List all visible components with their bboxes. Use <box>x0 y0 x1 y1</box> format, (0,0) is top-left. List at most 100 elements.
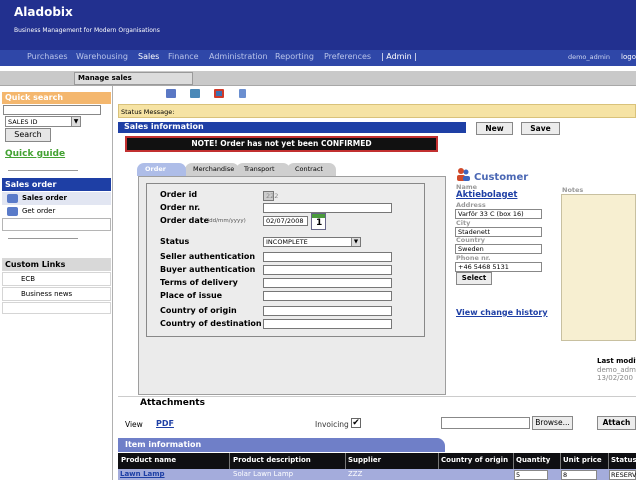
order-date-format: (dd/mm/yyyy) <box>207 218 246 224</box>
chevron-down-icon: ▼ <box>71 117 80 126</box>
place-of-issue-label: Place of issue <box>160 291 223 300</box>
view-change-history-link[interactable]: View change history <box>456 308 548 317</box>
last-modified-user: demo_adm <box>597 366 636 374</box>
status-select[interactable]: INCOMPLETE ▼ <box>263 237 361 247</box>
sidebar-item-label: Sales order <box>22 194 67 202</box>
document-icon[interactable] <box>239 89 246 98</box>
notes-textarea[interactable] <box>561 194 636 341</box>
quick-search-input[interactable] <box>3 105 101 115</box>
sales-order-title: Sales order <box>2 178 111 191</box>
customer-icon <box>457 168 470 181</box>
customer-phone-field[interactable]: +46 5468 5131 <box>455 262 542 272</box>
supplier-value: ZZZ <box>348 470 363 478</box>
col-supplier: Supplier <box>348 456 382 464</box>
customer-address-field[interactable]: Varför 33 C (box 16) <box>455 209 542 219</box>
nav-purchases[interactable]: Purchases <box>27 52 68 61</box>
customer-country-field[interactable]: Sweden <box>455 244 542 254</box>
order-date-label: Order date <box>160 216 210 225</box>
customer-country-label: Country <box>456 236 486 244</box>
customer-title: Customer <box>474 172 529 183</box>
col-country-of-origin: Country of origin <box>441 456 509 464</box>
view-label: View <box>125 420 143 429</box>
quick-search-field-select[interactable]: SALES ID ▼ <box>5 116 81 127</box>
tab-contract[interactable]: Contract <box>287 163 336 176</box>
order-id-field: 222 <box>263 191 278 201</box>
seller-auth-field[interactable] <box>263 252 392 262</box>
buyer-auth-field[interactable] <box>263 265 392 275</box>
status-label: Status <box>160 237 190 246</box>
attachment-file-input[interactable] <box>441 417 530 429</box>
col-unit-price: Unit price <box>563 456 602 464</box>
nav-sales[interactable]: Sales <box>138 52 159 61</box>
nav-finance[interactable]: Finance <box>168 52 199 61</box>
nav-admin[interactable]: | Admin | <box>381 52 417 61</box>
customer-city-label: City <box>456 219 471 227</box>
pdf-link[interactable]: PDF <box>156 419 174 428</box>
quantity-input[interactable]: 5 <box>514 470 548 480</box>
sidebar-item-sales-order[interactable]: Sales order <box>2 192 111 205</box>
nav-warehousing[interactable]: Warehousing <box>76 52 128 61</box>
unconfirmed-notice: NOTE! Order has not yet been CONFIRMED <box>125 136 438 152</box>
select-customer-button[interactable]: Select <box>456 272 492 285</box>
browse-button[interactable]: Browse... <box>532 416 573 430</box>
current-user: demo_admin <box>567 53 610 61</box>
status-value: INCOMPLETE <box>266 238 308 246</box>
country-of-destination-field[interactable] <box>263 319 392 329</box>
custom-links-title: Custom Links <box>2 258 111 271</box>
attachments-title: Attachments <box>118 396 636 410</box>
item-information-title: Item information <box>118 438 445 452</box>
chevron-down-icon: ▼ <box>351 238 360 246</box>
refresh-icon[interactable] <box>190 89 200 98</box>
tab-order[interactable]: Order <box>137 163 186 176</box>
terms-of-delivery-label: Terms of delivery <box>160 278 238 287</box>
order-nr-field[interactable] <box>263 203 392 213</box>
save-button[interactable]: Save <box>521 122 560 135</box>
invoicing-label: Invoicing <box>315 420 349 429</box>
status-input[interactable]: RESERV <box>609 470 636 480</box>
last-modified-label: Last modifi <box>597 357 636 365</box>
customer-address-label: Address <box>456 201 486 209</box>
custom-link-ecb[interactable]: ECB <box>2 272 111 286</box>
tab-transport[interactable]: Transport <box>236 163 290 176</box>
nav-preferences[interactable]: Preferences <box>324 52 371 61</box>
product-name-link[interactable]: Lawn Lamp <box>120 470 165 478</box>
custom-link-business-news[interactable]: Business news <box>2 287 111 301</box>
calendar-icon[interactable]: 1 <box>311 213 326 230</box>
attach-button[interactable]: Attach <box>597 416 636 430</box>
quick-search-field-value: SALES ID <box>8 118 38 126</box>
col-product-description: Product description <box>233 456 311 464</box>
customer-name-link[interactable]: Aktiebolaget <box>456 190 517 200</box>
buyer-auth-label: Buyer authentication <box>160 265 256 274</box>
unit-price-input[interactable]: 8 <box>561 470 597 480</box>
tab-manage-sales[interactable]: Manage sales <box>74 72 193 85</box>
order-nr-label: Order nr. <box>160 203 201 212</box>
invoicing-checkbox[interactable]: ✔ <box>351 418 361 428</box>
search-button[interactable]: Search <box>5 128 51 142</box>
last-modified-date: 13/02/200 <box>597 374 633 382</box>
sidebar-item-get-order[interactable]: Get order <box>2 205 111 218</box>
tab-merchandise[interactable]: Merchandise <box>185 163 239 176</box>
product-description: Solar Lawn Lamp <box>233 470 294 478</box>
order-date-field[interactable]: 02/07/2008 <box>263 216 308 226</box>
new-button[interactable]: New <box>476 122 513 135</box>
sidebar-item-label: Get order <box>22 207 56 215</box>
nav-administration[interactable]: Administration <box>209 52 268 61</box>
app-subtitle: Business Management for Modern Organisat… <box>14 27 160 34</box>
tools-icon[interactable] <box>214 89 224 98</box>
sidebar-divider <box>8 170 78 171</box>
quick-guide-link[interactable]: Quick guide <box>5 149 65 159</box>
terms-of-delivery-field[interactable] <box>263 278 392 288</box>
status-message-bar: Status Message: <box>118 104 636 118</box>
nav-reporting[interactable]: Reporting <box>275 52 314 61</box>
new-record-icon[interactable] <box>166 89 176 98</box>
custom-links-empty-slot <box>2 302 111 314</box>
country-of-destination-label: Country of destination <box>160 319 262 328</box>
seller-auth-label: Seller authentication <box>160 252 256 261</box>
place-of-issue-field[interactable] <box>263 291 392 301</box>
sidebar-divider <box>8 238 78 239</box>
order-id-label: Order id <box>160 190 198 199</box>
col-product-name: Product name <box>121 456 177 464</box>
country-of-origin-field[interactable] <box>263 306 392 316</box>
logout-link[interactable]: logo <box>621 53 636 61</box>
sales-order-icon <box>7 194 18 203</box>
